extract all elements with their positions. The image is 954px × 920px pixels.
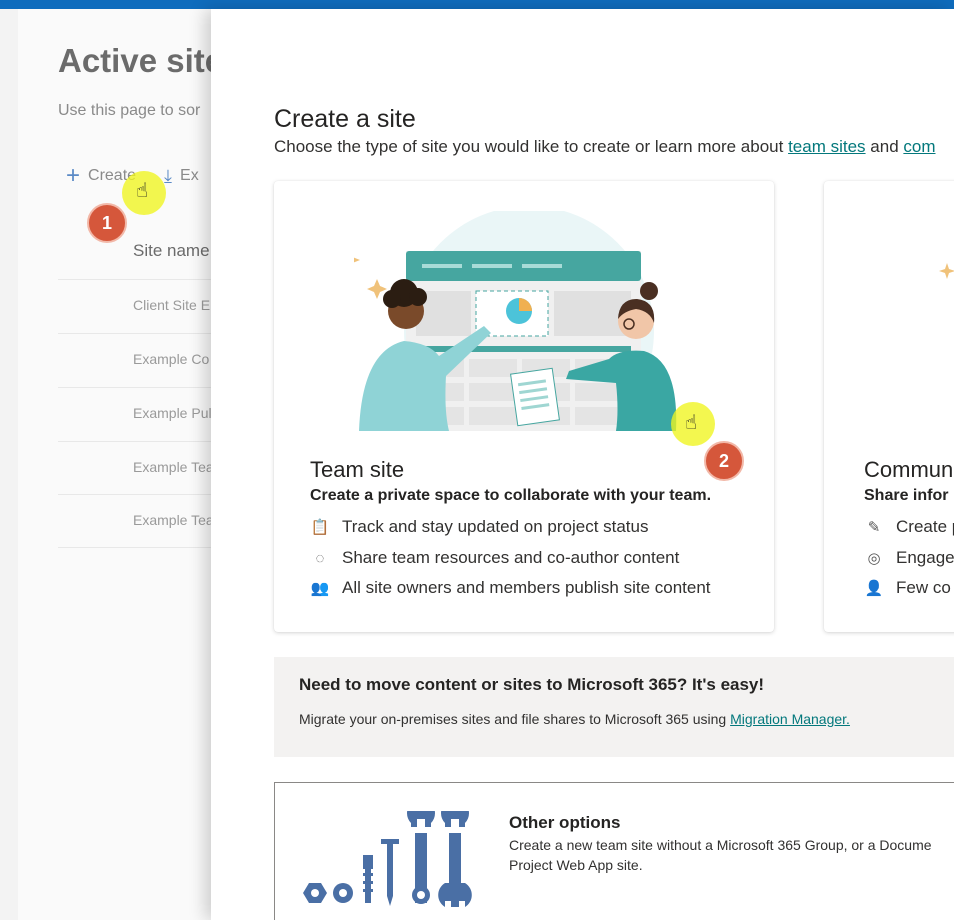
communication-site-card[interactable]: Commun Share infor ✎ Create p ◎ Engage 👤… [824, 181, 954, 632]
edit-icon: ✎ [867, 519, 881, 536]
hand-cursor-icon: ☝ [136, 180, 149, 202]
feature-text: Create p [896, 517, 954, 536]
migration-description: Migrate your on-premises sites and file … [299, 711, 850, 727]
feature-text: All site owners and members publish site… [342, 578, 711, 597]
team-site-illustration [354, 211, 694, 431]
other-options-description: Create a new team site without a Microso… [509, 837, 932, 873]
feature-item: 📋 Track and stay updated on project stat… [310, 517, 649, 537]
table-row[interactable]: Example Tea [58, 494, 218, 548]
feature-item: 👤 Few co [864, 578, 951, 598]
table-row[interactable]: Example Pul [58, 387, 218, 441]
communication-site-subtitle: Share infor [864, 487, 949, 504]
communication-site-title: Commun [864, 457, 954, 482]
person-lock-icon: 👤 [864, 580, 884, 597]
broadcast-icon: ◎ [867, 550, 881, 567]
hand-cursor-icon: ☝ [685, 412, 698, 434]
team-site-title: Team site [310, 457, 405, 482]
feature-item: ◌ Share team resources and co-author con… [310, 548, 680, 568]
table-row[interactable]: Example Co [58, 333, 218, 387]
feature-item: ◎ Engage [864, 548, 954, 568]
download-icon: ⤓ [164, 165, 173, 186]
panel-subtitle: Choose the type of site you would like t… [274, 137, 936, 157]
feature-text: Few co [896, 578, 951, 597]
people-group-icon: 👥 [310, 580, 330, 597]
subtitle-text: Choose the type of site you would like t… [274, 137, 789, 156]
migration-manager-link[interactable]: Migration Manager. [730, 711, 850, 727]
feature-text: Engage [896, 548, 954, 567]
plus-icon: + [66, 162, 81, 189]
feature-item: 👥 All site owners and members publish si… [310, 578, 711, 598]
other-options-title: Other options [509, 813, 621, 832]
panel-title: Create a site [274, 105, 416, 133]
table-row[interactable]: Example Tea [58, 441, 218, 495]
migration-title: Need to move content or sites to Microso… [299, 675, 765, 694]
migration-banner: Need to move content or sites to Microso… [274, 657, 954, 757]
sync-icon: ◌ [315, 549, 325, 567]
create-site-panel: Create a site Choose the type of site yo… [211, 9, 954, 920]
feature-item: ✎ Create p [864, 517, 954, 537]
communication-sites-link[interactable]: com [903, 137, 935, 156]
step-badge-1: 1 [87, 203, 127, 243]
tools-icon [303, 811, 472, 907]
clipboard-icon: 📋 [310, 519, 330, 536]
page-title: Active site [58, 42, 224, 79]
export-button[interactable]: Ex [180, 167, 199, 185]
feature-text: Track and stay updated on project status [342, 517, 649, 536]
other-options-card[interactable]: Other options Create a new team site wit… [274, 782, 954, 920]
top-app-bar [0, 0, 954, 9]
subtitle-and: and [865, 137, 904, 156]
page-description: Use this page to sor [58, 102, 201, 119]
feature-text: Share team resources and co-author conte… [342, 548, 680, 567]
step-badge-2: 2 [704, 441, 744, 481]
team-sites-link[interactable]: team sites [788, 137, 865, 156]
team-site-subtitle: Create a private space to collaborate wi… [310, 487, 712, 504]
migration-text: Migrate your on-premises sites and file … [299, 711, 731, 727]
table-row[interactable]: Client Site E [58, 279, 218, 333]
sparkle-icon [939, 263, 954, 279]
column-header-site-name[interactable]: Site name [133, 241, 210, 261]
